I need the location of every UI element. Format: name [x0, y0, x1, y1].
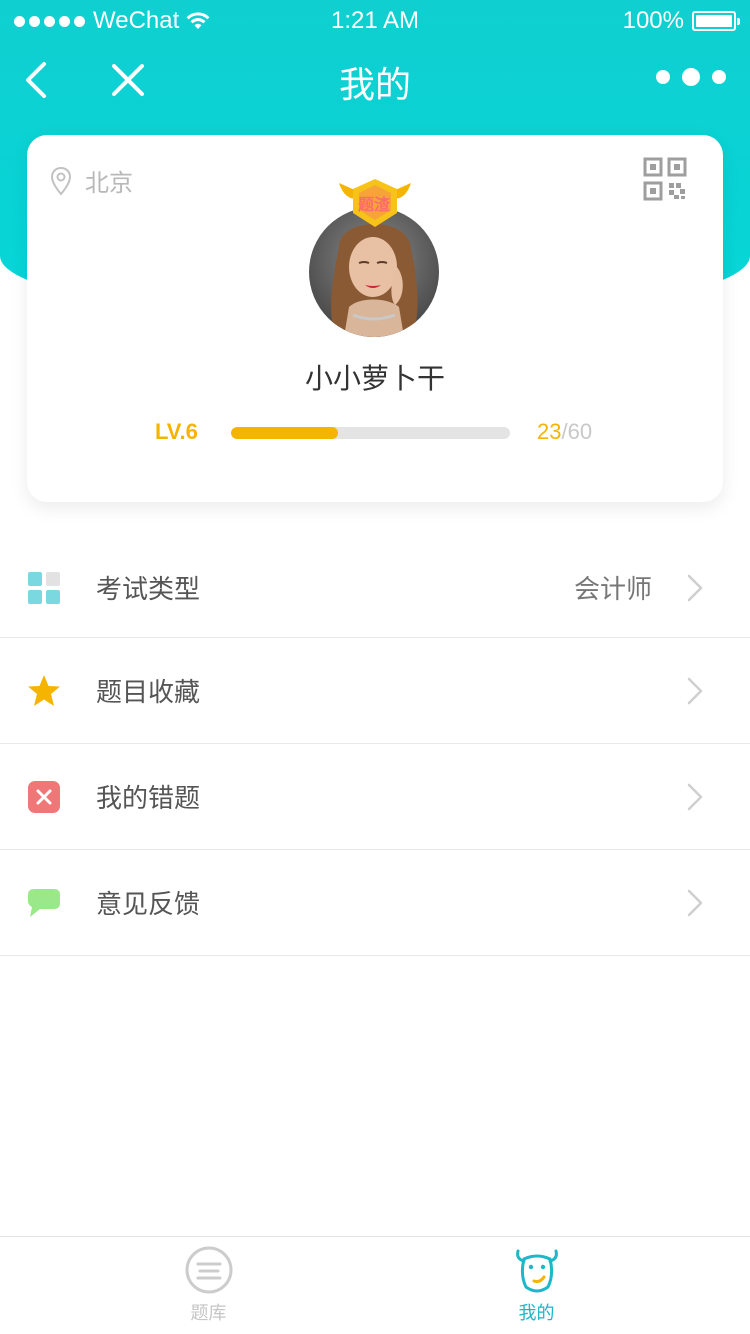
feedback-icon [28, 888, 60, 917]
nav-bar: 我的 [0, 40, 750, 120]
tab-label: 我的 [518, 1303, 555, 1324]
menu-value: 会计师 [573, 575, 652, 605]
tab-mine[interactable]: 我的 [349, 1237, 724, 1334]
menu-item-feedback[interactable]: 意见反馈 [0, 850, 750, 956]
profile-screen: WeChat 1:21 AM 100% 我的 北京 题渣 小小萝卜干 LV.6 … [0, 0, 750, 1334]
chevron-right-icon [687, 677, 703, 704]
chevron-right-icon [687, 574, 703, 601]
avatar-group[interactable]: 题渣 [309, 177, 439, 337]
menu-item-wrong-answers[interactable]: 我的错题 [0, 744, 750, 850]
tab-bar: 题库 我的 [0, 1236, 750, 1334]
error-icon [28, 780, 60, 813]
menu-label: 题目收藏 [96, 678, 201, 708]
status-bar: WeChat 1:21 AM 100% [0, 0, 750, 40]
menu-label: 意见反馈 [96, 890, 201, 920]
progress-bar [231, 427, 510, 439]
cow-mascot-icon [516, 1249, 558, 1293]
qr-code-icon[interactable] [643, 157, 687, 201]
profile-card: 北京 题渣 小小萝卜干 LV.6 23/60 [27, 135, 723, 502]
location[interactable]: 北京 [49, 163, 133, 198]
question-bank-icon [185, 1246, 233, 1294]
menu-label: 我的错题 [96, 784, 201, 814]
page-title: 我的 [338, 65, 411, 106]
menu-label: 考试类型 [96, 575, 201, 605]
progress-current: 23 [537, 419, 562, 444]
level-label: LV.6 [155, 419, 198, 444]
menu-item-exam-type[interactable]: 考试类型 会计师 [0, 538, 750, 638]
status-right: 100% [622, 7, 740, 35]
chevron-right-icon [687, 889, 703, 916]
level-progress: LV.6 23/60 [155, 419, 615, 451]
progress-fill [231, 427, 338, 439]
menu-list: 考试类型 会计师 题目收藏 我的错题 意见反馈 [0, 538, 750, 956]
menu-item-favorites[interactable]: 题目收藏 [0, 638, 750, 744]
tab-question-bank[interactable]: 题库 [21, 1237, 396, 1334]
username: 小小萝卜干 [304, 362, 445, 395]
tab-label: 题库 [190, 1303, 227, 1324]
location-pin-icon [50, 166, 72, 195]
progress-count: 23/60 [537, 419, 592, 445]
more-options-icon[interactable] [656, 68, 726, 86]
battery-percentage: 100% [622, 7, 684, 34]
star-icon [28, 674, 60, 706]
chevron-right-icon [687, 783, 703, 810]
grid-icon [28, 571, 60, 604]
progress-max: 60 [567, 419, 593, 444]
battery-icon [692, 11, 740, 31]
badge-label: 题渣 [357, 195, 390, 214]
location-label: 北京 [85, 169, 133, 197]
